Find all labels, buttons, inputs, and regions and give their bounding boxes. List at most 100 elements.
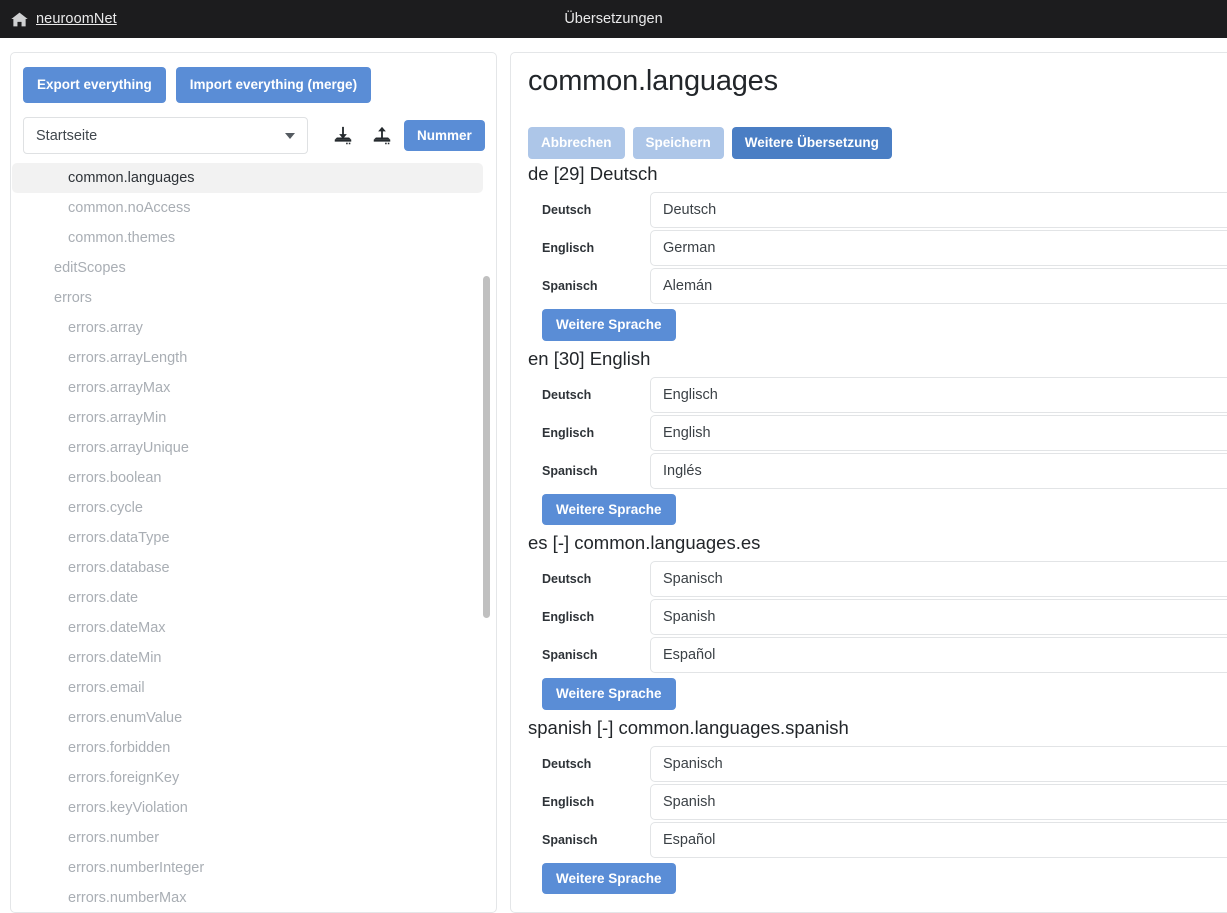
field-label: Deutsch <box>542 572 592 586</box>
list-item[interactable]: editScopes <box>12 253 483 283</box>
list-item-label: errors.numberMax <box>68 890 187 906</box>
add-language-button[interactable]: Weitere Sprache <box>542 862 676 894</box>
page-title: Übersetzungen <box>564 11 663 27</box>
list-item-label: errors.keyViolation <box>68 800 188 816</box>
add-translation-button[interactable]: Weitere Übersetzung <box>731 127 892 159</box>
list-item-label: errors.arrayUnique <box>68 440 189 456</box>
field-label: Deutsch <box>542 756 592 771</box>
key-list-scrollbar[interactable] <box>483 276 490 618</box>
brand-home-link[interactable]: neuroomNet <box>11 11 117 27</box>
list-item[interactable]: common.noAccess <box>12 193 483 223</box>
keys-panel: Export everything Import everything (mer… <box>10 52 497 913</box>
translation-input[interactable] <box>650 192 1227 228</box>
translation-sections: de [29] Deutsch Deutsch Englisch Spanisch We… <box>511 163 1227 901</box>
field-label: Deutsch <box>542 387 592 402</box>
list-item[interactable]: errors.arrayLength <box>12 343 483 373</box>
translation-field-row: Deutsch <box>511 745 1227 783</box>
field-label: Spanisch <box>542 463 598 478</box>
list-item[interactable]: errors.date <box>12 583 483 613</box>
list-item[interactable]: errors.keyViolation <box>12 793 483 823</box>
list-item[interactable]: common.languages <box>12 163 483 193</box>
export-import-toolbar: Export everything Import everything (mer… <box>23 67 372 103</box>
scope-select[interactable]: Startseite <box>23 117 308 154</box>
translation-input[interactable] <box>650 268 1227 304</box>
list-item[interactable]: errors.numberInteger <box>12 853 483 883</box>
list-item-label: errors.arrayMax <box>68 380 171 396</box>
list-item[interactable]: errors <box>12 283 483 313</box>
list-item[interactable]: errors.array <box>12 313 483 343</box>
nummer-button[interactable]: Nummer <box>404 119 485 152</box>
import-everything-button[interactable]: Import everything (merge) <box>175 67 372 103</box>
translation-input[interactable] <box>650 745 1227 782</box>
list-item-label: errors.dateMax <box>68 620 166 636</box>
detail-actions-toolbar: Abbrechen Speichern Weitere Übersetzung <box>528 127 892 159</box>
translation-input[interactable] <box>650 637 1227 673</box>
translation-input[interactable] <box>650 230 1227 266</box>
translation-input[interactable] <box>650 599 1227 635</box>
list-item-label: errors.cycle <box>68 500 143 516</box>
file-upload-icon <box>371 125 393 147</box>
list-item-label: errors <box>54 290 92 306</box>
translation-field-row: Spanisch <box>511 821 1227 859</box>
scope-toolbar: Startseite Nummer <box>23 117 485 154</box>
list-item[interactable]: errors.numberMax <box>12 883 483 912</box>
list-item-label: errors.database <box>68 560 170 576</box>
list-item[interactable]: errors.dateMax <box>12 613 483 643</box>
list-item[interactable]: errors.enumValue <box>12 703 483 733</box>
translation-input[interactable] <box>650 452 1227 489</box>
field-label: Spanisch <box>542 832 598 847</box>
add-language-button[interactable]: Weitere Sprache <box>542 493 676 525</box>
translation-input[interactable] <box>650 561 1227 597</box>
add-language-button[interactable]: Weitere Sprache <box>542 309 676 341</box>
translation-key-list[interactable]: common.languages common.noAccess common.th… <box>12 163 496 912</box>
translation-input[interactable] <box>650 821 1227 858</box>
list-item[interactable]: errors.arrayMax <box>12 373 483 403</box>
field-label: Englisch <box>542 794 595 809</box>
translation-field-row: Englisch <box>511 783 1227 821</box>
upload-scope-button[interactable] <box>365 119 399 153</box>
list-item-label: errors.array <box>68 320 143 336</box>
translation-field-row: Deutsch <box>511 376 1227 414</box>
translation-section: en [30] English Deutsch Englisch Spanisch We… <box>511 347 1227 525</box>
translation-field-row: Spanisch <box>511 452 1227 490</box>
list-item[interactable]: errors.number <box>12 823 483 853</box>
list-item[interactable]: errors.database <box>12 553 483 583</box>
list-item[interactable]: errors.dateMin <box>12 643 483 673</box>
list-item-label: errors.enumValue <box>68 710 183 726</box>
translation-input[interactable] <box>650 376 1227 413</box>
home-icon <box>11 12 28 27</box>
list-item-label: common.noAccess <box>68 200 191 216</box>
translation-input[interactable] <box>650 783 1227 820</box>
page-body: Export everything Import everything (mer… <box>0 38 1227 913</box>
list-item-label: common.languages <box>68 170 195 186</box>
top-navbar: neuroomNet Übersetzungen <box>0 0 1227 38</box>
list-item[interactable]: errors.cycle <box>12 493 483 523</box>
add-language-button[interactable]: Weitere Sprache <box>542 678 676 710</box>
file-download-icon <box>332 125 354 147</box>
list-item-label: errors.date <box>68 590 139 606</box>
list-item[interactable]: common.themes <box>12 223 483 253</box>
save-button[interactable]: Speichern <box>632 127 724 159</box>
translation-input[interactable] <box>650 414 1227 451</box>
list-item-label: errors.foreignKey <box>68 770 180 786</box>
list-item[interactable]: errors.forbidden <box>12 733 483 763</box>
list-item[interactable]: errors.arrayMin <box>12 403 483 433</box>
list-item-label: errors.email <box>68 680 145 696</box>
list-item[interactable]: errors.arrayUnique <box>12 433 483 463</box>
list-item[interactable]: errors.boolean <box>12 463 483 493</box>
list-item-label: editScopes <box>54 260 126 276</box>
list-item[interactable]: errors.email <box>12 673 483 703</box>
list-item-label: common.themes <box>68 230 176 246</box>
list-item-label: errors.dateMin <box>68 650 162 666</box>
section-heading: en [30] English <box>528 347 651 369</box>
download-scope-button[interactable] <box>326 119 360 153</box>
cancel-button[interactable]: Abbrechen <box>528 127 625 159</box>
list-item-label: errors.arrayMin <box>68 410 167 426</box>
chevron-down-icon <box>285 132 295 139</box>
list-item[interactable]: errors.foreignKey <box>12 763 483 793</box>
translation-field-row: Spanisch <box>511 267 1227 305</box>
list-item[interactable]: errors.dataType <box>12 523 483 553</box>
translation-detail-panel: common.languages Abbrechen Speichern Wei… <box>510 52 1227 913</box>
list-item-label: errors.numberInteger <box>68 860 205 876</box>
export-everything-button[interactable]: Export everything <box>23 67 166 103</box>
